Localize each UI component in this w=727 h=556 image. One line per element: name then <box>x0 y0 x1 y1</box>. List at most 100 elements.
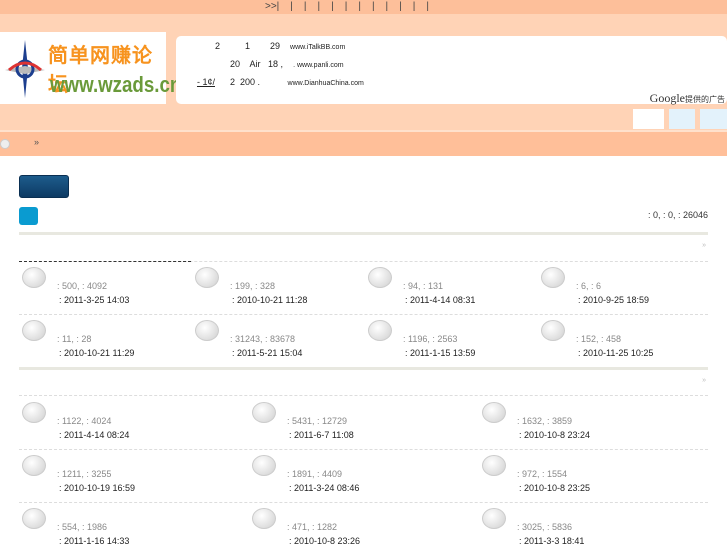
ad-text: 20 Air 18 , <box>215 59 284 69</box>
forum-stats: : 1891, : 4409 <box>287 469 343 479</box>
forum-stats: : 3025, : 5836 <box>517 522 573 532</box>
top-nav-item[interactable]: | <box>386 1 389 12</box>
ad-line[interactable]: - 1¢/ 2 200 . www.DianhuaChina.com <box>179 77 364 87</box>
last-post-date[interactable]: : 2010-10-8 23:24 <box>519 430 590 440</box>
top-nav-item[interactable]: | <box>399 1 402 12</box>
google-ads-suffix: 提供的广告 <box>685 95 725 104</box>
forum-cell[interactable]: : 6, : 6 : 2010-9-25 18:59 <box>538 262 711 315</box>
search-icon[interactable] <box>0 139 10 149</box>
forum-bubble-icon <box>541 320 565 341</box>
forum-cell[interactable]: : 31243, : 83678: 2011-5-21 15:04 <box>192 315 365 368</box>
last-post-date[interactable]: : 2011-3-25 14:03 <box>59 295 129 305</box>
forum-stats: : 94, : 131 <box>403 281 444 291</box>
top-nav-item[interactable]: | <box>290 1 293 12</box>
collapse-icon[interactable]: » <box>702 242 706 249</box>
forum-stats: : 152, : 458 <box>576 334 622 344</box>
top-nav-item[interactable]: | <box>304 1 307 12</box>
forum-cell[interactable]: : 199, : 328 : 2010-10-21 11:28 <box>192 262 365 315</box>
last-post-date[interactable]: : 2011-4-14 08:24 <box>59 430 129 440</box>
forum-stats: : 1122, : 4024 <box>57 416 112 426</box>
forum-stats: : 199, : 328 <box>230 281 276 291</box>
forum-bubble-icon <box>22 402 46 423</box>
forum-cell[interactable]: : 471, : 1282: 2010-10-8 23:26 <box>249 503 479 556</box>
top-nav-item[interactable]: | <box>318 1 321 12</box>
forum-cell[interactable]: : 1211, : 3255: 2010-10-19 16:59 <box>19 450 249 503</box>
forum-bubble-icon <box>368 320 392 341</box>
last-post-date[interactable]: : 2011-3-24 08:46 <box>289 483 359 493</box>
forum-cell[interactable]: : 152, : 458 : 2010-11-25 10:25 <box>538 315 711 368</box>
ad-url[interactable]: www.DianhuaChina.com <box>288 80 364 87</box>
last-post-date[interactable]: : 2011-4-14 08:31 <box>405 295 475 305</box>
ad-line[interactable]: 20 Air 18 , . www.panli.com <box>179 59 344 69</box>
new-post-button[interactable] <box>19 175 69 198</box>
forum-cell[interactable]: : 972, : 1554 : 2010-10-8 23:25 <box>479 450 709 503</box>
forum-bubble-icon <box>195 267 219 288</box>
forum-stats: : 500, : 4092 <box>57 281 108 291</box>
forum-cell[interactable]: : 3025, : 5836: 2011-3-3 18:41 <box>479 503 709 556</box>
top-nav-item[interactable]: | <box>345 1 348 12</box>
forum-bubble-icon <box>195 320 219 341</box>
forum-cell[interactable]: : 500, : 4092 : 2011-3-25 14:03 <box>19 262 192 315</box>
forum-cell[interactable]: : 1632, : 3859 : 2010-10-8 23:24 <box>479 397 709 450</box>
divider <box>19 232 708 235</box>
ad-url[interactable]: www.iTalkBB.com <box>290 44 345 51</box>
logo-text-en: www.wzads.cn <box>50 72 182 97</box>
top-nav-item[interactable]: >>| <box>265 1 279 12</box>
breadcrumb-separator: » <box>34 137 40 147</box>
board-stats: : 0, : 0, : 26046 <box>647 210 708 220</box>
forum-stats: : 5431, : 12729 <box>287 416 348 426</box>
forum-bubble-icon <box>22 508 46 529</box>
forum-bubble-icon <box>252 508 276 529</box>
style-swatch-white[interactable] <box>633 109 664 129</box>
last-post-date[interactable]: : 2010-10-21 11:29 <box>59 348 134 358</box>
divider <box>19 395 708 396</box>
forum-bubble-icon <box>22 267 46 288</box>
ad-text: 2 200 . <box>215 77 261 87</box>
last-post-date[interactable]: : 2011-6-7 11:08 <box>289 430 354 440</box>
forum-cell[interactable]: : 1196, : 2563 : 2011-1-15 13:59 <box>365 315 538 368</box>
last-post-date[interactable]: : 2011-1-15 13:59 <box>405 348 475 358</box>
forum-stats: : 554, : 1986 <box>57 522 108 532</box>
top-nav-item[interactable]: | <box>372 1 375 12</box>
forum-stats: : 6, : 6 <box>576 281 602 291</box>
nav-bar: » <box>0 130 727 156</box>
forum-stats: : 1196, : 2563 <box>403 334 458 344</box>
forum-bubble-icon <box>252 455 276 476</box>
google-ads-label[interactable]: Google提供的广告 <box>650 91 725 106</box>
ad-text: 2 1 29 <box>215 41 281 51</box>
collapse-icon[interactable]: » <box>702 377 706 384</box>
forum-cell[interactable]: : 554, : 1986: 2011-1-16 14:33 <box>19 503 249 556</box>
divider <box>19 367 708 370</box>
forum-stats: : 1632, : 3859 <box>517 416 573 426</box>
forum-cell[interactable]: : 11, : 28 : 2010-10-21 11:29 <box>19 315 192 368</box>
forum-bubble-icon <box>482 455 506 476</box>
forum-bubble-icon <box>252 402 276 423</box>
ad-link[interactable]: - 1¢/ <box>179 77 215 87</box>
last-post-date[interactable]: : 2010-10-19 16:59 <box>59 483 135 493</box>
top-nav-item[interactable]: | <box>413 1 416 12</box>
forum-cell[interactable]: : 94, : 131 : 2011-4-14 08:31 <box>365 262 538 315</box>
ad-url[interactable]: . www.panli.com <box>293 62 344 69</box>
forum-bubble-icon <box>22 455 46 476</box>
last-post-date[interactable]: : 2010-10-8 23:25 <box>519 483 590 493</box>
google-logo: Google <box>649 91 685 105</box>
last-post-date[interactable]: : 2011-5-21 15:04 <box>232 348 302 358</box>
last-post-date[interactable]: : 2010-9-25 18:59 <box>578 295 649 305</box>
compass-logo-icon <box>5 40 45 98</box>
ad-line[interactable]: 2 1 29 www.iTalkBB.com <box>179 41 345 51</box>
top-nav: >>| | | | | | | | | | | | <box>265 1 440 12</box>
forum-cell[interactable]: : 1122, : 4024 : 2011-4-14 08:24 <box>19 397 249 450</box>
site-logo[interactable]: 简单网赚论坛 www.wzads.cn <box>0 32 181 104</box>
forum-cell[interactable]: : 1891, : 4409 : 2011-3-24 08:46 <box>249 450 479 503</box>
forum-stats: : 471, : 1282 <box>287 522 338 532</box>
forum-cell[interactable]: : 5431, : 12729 : 2011-6-7 11:08 <box>249 397 479 450</box>
forum-stats: : 11, : 28 <box>57 334 92 344</box>
top-nav-item[interactable]: | <box>358 1 361 12</box>
top-nav-item[interactable]: | <box>426 1 429 12</box>
last-post-date[interactable]: : 2010-11-25 10:25 <box>578 348 653 358</box>
top-nav-item[interactable]: | <box>331 1 334 12</box>
style-swatch-blue[interactable] <box>669 109 695 129</box>
style-swatch-blue-2[interactable] <box>700 109 727 129</box>
last-post-date[interactable]: : 2010-10-21 11:28 <box>232 295 307 305</box>
forum-stats: : 972, : 1554 <box>517 469 568 479</box>
